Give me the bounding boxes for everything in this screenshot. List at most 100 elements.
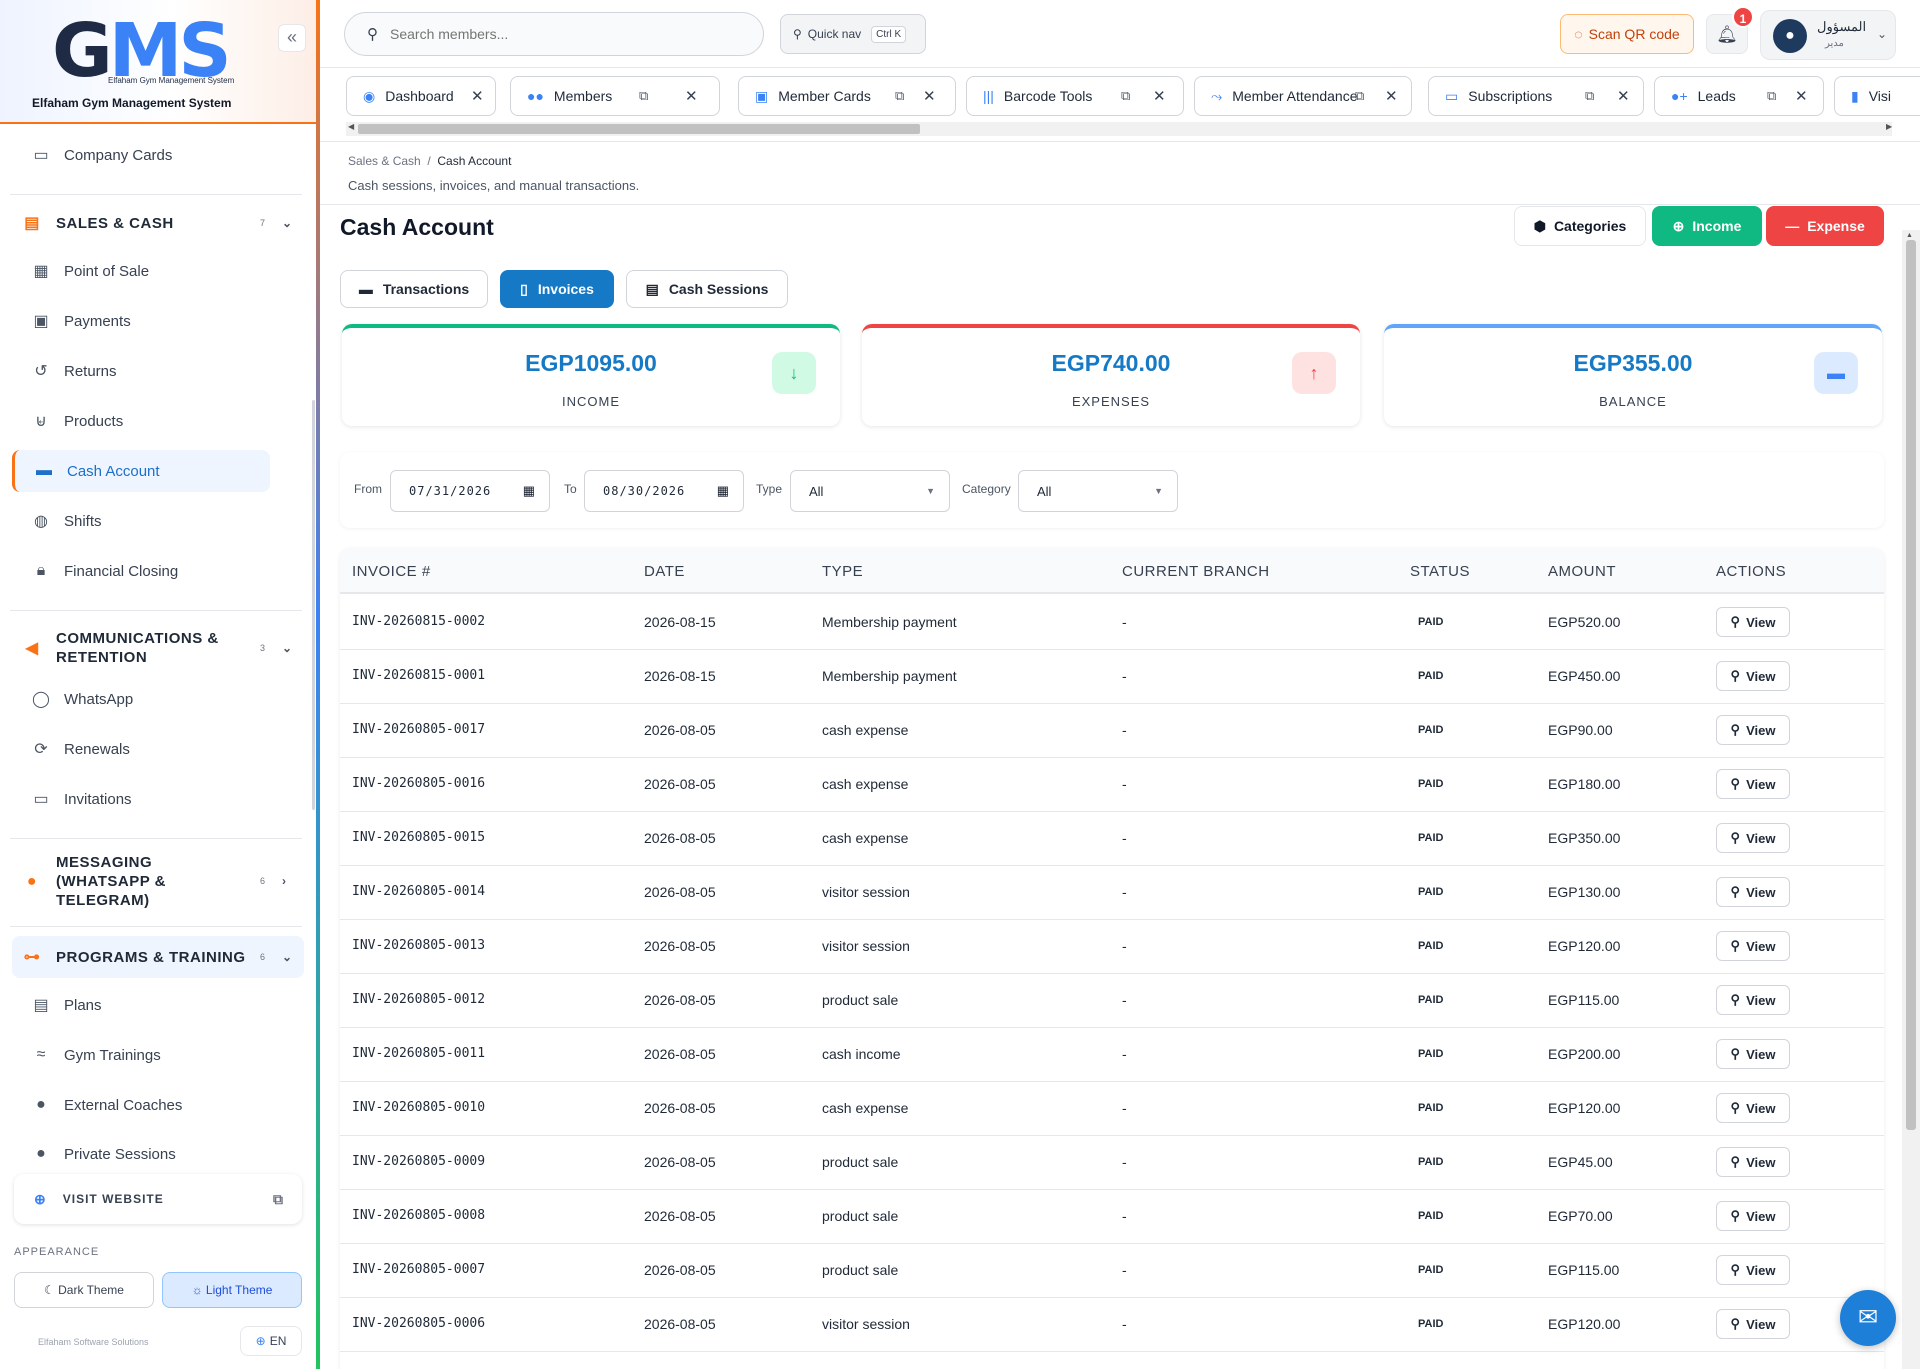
chat-button[interactable]: ✉ <box>1840 1290 1896 1346</box>
invoice-number: INV-20260805-0013 <box>352 938 486 953</box>
light-theme-button[interactable]: ☼ Light Theme <box>162 1272 302 1308</box>
tab-dashboard[interactable]: ◉ Dashboard ✕ <box>346 76 496 116</box>
invoice-number: INV-20260815-0002 <box>352 614 486 629</box>
sidebar-item-whatsapp[interactable]: ◯ WhatsApp <box>12 678 304 720</box>
sidebar-item-point-of-sale[interactable]: ▦ Point of Sale <box>12 250 304 292</box>
collapse-sidebar-button[interactable]: « <box>278 24 306 52</box>
type-select[interactable]: All ▼ <box>790 470 950 512</box>
arrow-up-icon: ↑ <box>1292 352 1336 394</box>
column-header: ACTIONS <box>1716 563 1787 580</box>
sidebar-item-returns[interactable]: ↺ Returns <box>12 350 304 392</box>
add-income-button[interactable]: ⊕ Income <box>1652 206 1762 246</box>
search-icon: ⚲ <box>1730 1316 1741 1331</box>
view-button[interactable]: ⚲ View <box>1716 1309 1790 1339</box>
search-input[interactable] <box>390 26 730 42</box>
users-icon: ●● <box>527 88 544 104</box>
sidebar-item-private-sessions[interactable]: ● Private Sessions <box>12 1134 304 1174</box>
tab-members[interactable]: ●● Members ⧉ ✕ <box>510 76 720 116</box>
close-icon[interactable]: ✕ <box>923 87 936 105</box>
view-button[interactable]: ⚲ View <box>1716 607 1790 637</box>
sidebar-item-company-cards[interactable]: ▭ Company Cards <box>12 134 304 176</box>
sidebar-item-plans[interactable]: ▤ Plans <box>12 984 304 1026</box>
invoice-branch: - <box>1122 1046 1127 1062</box>
view-button[interactable]: ⚲ View <box>1716 1201 1790 1231</box>
invoice-date: 2026-08-05 <box>644 938 716 954</box>
close-icon[interactable]: ✕ <box>1153 87 1166 105</box>
tab-leads[interactable]: ●+ Leads ⧉ ✕ <box>1654 76 1824 116</box>
scan-qr-button[interactable]: ◌ Scan QR code <box>1560 14 1694 54</box>
chevron-down-icon: ⌄ <box>282 640 293 655</box>
external-link-icon[interactable]: ⧉ <box>1767 88 1776 104</box>
tabs-scrollbar-thumb[interactable] <box>358 124 920 134</box>
sidebar-item-products[interactable]: ⊌ Products <box>12 400 304 442</box>
sidebar-item-gym-trainings[interactable]: ≈ Gym Trainings <box>12 1034 304 1076</box>
tab-invoices[interactable]: ▯ Invoices <box>500 270 614 308</box>
external-link-icon[interactable]: ⧉ <box>1585 88 1594 104</box>
id-card-icon: ▭ <box>33 147 49 164</box>
sidebar-section-sales-cash[interactable]: ▤ SALES & CASH 7 ⌄ <box>12 210 304 236</box>
to-date-input[interactable]: 08/30/2026 ▦ <box>584 470 744 512</box>
sidebar-section-programs-training[interactable]: ⊶ PROGRAMS & TRAINING 6 ⌄ <box>12 936 304 978</box>
scroll-right-icon[interactable]: ▶ <box>1886 122 1892 131</box>
category-select[interactable]: All ▼ <box>1018 470 1178 512</box>
sidebar-section-communications[interactable]: ◀ COMMUNICATIONS & RETENTION 3 ⌄ <box>12 626 304 670</box>
invoice-branch: - <box>1122 1316 1127 1332</box>
invoice-date: 2026-08-05 <box>644 1100 716 1116</box>
close-icon[interactable]: ✕ <box>1385 87 1398 105</box>
dark-theme-button[interactable]: ☾ Dark Theme <box>14 1272 154 1308</box>
user-menu[interactable]: ● المسؤول مدير ⌄ <box>1760 10 1896 60</box>
external-link-icon[interactable]: ⧉ <box>1121 88 1130 104</box>
invoice-number: INV-20260815-0001 <box>352 668 486 683</box>
tab-member-cards[interactable]: ▣ Member Cards ⧉ ✕ <box>738 76 956 116</box>
status-badge: PAID <box>1418 994 1444 1006</box>
external-link-icon[interactable]: ⧉ <box>895 88 904 104</box>
close-icon[interactable]: ✕ <box>471 87 484 105</box>
close-icon[interactable]: ✕ <box>685 87 698 105</box>
visit-website-button[interactable]: ⊕ VISIT WEBSITE ⧉ <box>14 1174 302 1224</box>
sidebar-scrollbar[interactable] <box>312 400 315 810</box>
add-expense-button[interactable]: — Expense <box>1766 206 1884 246</box>
view-button[interactable]: ⚲ View <box>1716 931 1790 961</box>
tab-visitors[interactable]: ▮ Visi <box>1834 76 1920 116</box>
main-scrollbar-thumb[interactable] <box>1906 240 1916 1130</box>
sidebar-item-financial-closing[interactable]: 🔒︎ Financial Closing <box>12 550 304 592</box>
view-button[interactable]: ⚲ View <box>1716 823 1790 853</box>
view-button[interactable]: ⚲ View <box>1716 1147 1790 1177</box>
tab-transactions[interactable]: ▬ Transactions <box>340 270 488 308</box>
search-icon: ⚲ <box>1730 1208 1741 1223</box>
view-button[interactable]: ⚲ View <box>1716 877 1790 907</box>
categories-button[interactable]: ⬢ Categories <box>1514 206 1646 246</box>
breadcrumb-parent[interactable]: Sales & Cash <box>348 154 421 168</box>
close-icon[interactable]: ✕ <box>1795 87 1808 105</box>
sidebar-item-external-coaches[interactable]: ● External Coaches <box>12 1084 304 1126</box>
view-button[interactable]: ⚲ View <box>1716 1255 1790 1285</box>
tab-subscriptions[interactable]: ▭ Subscriptions ⧉ ✕ <box>1428 76 1644 116</box>
close-icon[interactable]: ✕ <box>1617 87 1630 105</box>
sidebar-item-cash-account[interactable]: ▬ Cash Account <box>12 450 270 492</box>
tab-member-attendance[interactable]: ⤳ Member Attendance ⧉ ✕ <box>1194 76 1412 116</box>
sidebar-item-renewals[interactable]: ⟳ Renewals <box>12 728 304 770</box>
sidebar-section-messaging[interactable]: ● MESSAGING (WHATSAPP & TELEGRAM) 6 › <box>12 852 304 910</box>
view-button[interactable]: ⚲ View <box>1716 769 1790 799</box>
view-button[interactable]: ⚲ View <box>1716 1093 1790 1123</box>
tab-cash-sessions[interactable]: ▤ Cash Sessions <box>626 270 788 308</box>
view-button[interactable]: ⚲ View <box>1716 985 1790 1015</box>
from-date-input[interactable]: 07/31/2026 ▦ <box>390 470 550 512</box>
external-link-icon[interactable]: ⧉ <box>639 88 648 104</box>
sidebar-item-invitations[interactable]: ▭ Invitations <box>12 778 304 820</box>
scroll-up-icon[interactable]: ▲ <box>1906 232 1913 239</box>
invoice-amount: EGP180.00 <box>1548 776 1621 792</box>
tab-barcode-tools[interactable]: ||| Barcode Tools ⧉ ✕ <box>966 76 1184 116</box>
external-link-icon[interactable]: ⧉ <box>1355 88 1364 104</box>
view-button[interactable]: ⚲ View <box>1716 715 1790 745</box>
view-button[interactable]: ⚲ View <box>1716 661 1790 691</box>
wallet-icon: ▬ <box>1814 352 1858 394</box>
sidebar-item-payments[interactable]: ▣ Payments <box>12 300 304 342</box>
sidebar-item-shifts[interactable]: ◍ Shifts <box>12 500 304 542</box>
to-label: To <box>564 482 577 496</box>
scroll-left-icon[interactable]: ◀ <box>348 122 354 131</box>
language-button[interactable]: ⊕ EN <box>240 1326 302 1356</box>
view-button[interactable]: ⚲ View <box>1716 1039 1790 1069</box>
search-box[interactable]: ⚲ <box>344 12 764 56</box>
quick-nav-button[interactable]: ⚲ Quick nav Ctrl K <box>780 14 926 54</box>
